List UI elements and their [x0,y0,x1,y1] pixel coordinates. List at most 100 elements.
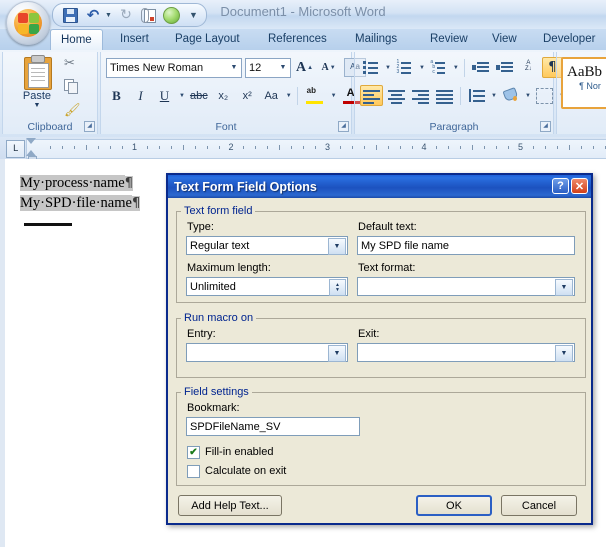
add-help-text-button[interactable]: Add Help Text... [178,495,282,516]
tab-insert[interactable]: Insert [110,29,159,50]
chevron-down-icon[interactable]: ▼ [328,238,346,255]
chevron-down-icon[interactable]: ▼ [555,345,573,362]
superscript-button[interactable]: x² [237,85,258,106]
line-spacing-dropdown-icon[interactable]: ▼ [491,93,497,99]
horizontal-ruler[interactable]: 123456 [26,139,606,159]
document-line-1[interactable]: My·process·name¶ [20,175,133,192]
underline-dropdown-icon[interactable]: ▼ [179,93,185,99]
line-spacing-button[interactable] [466,85,487,106]
close-icon[interactable]: ✕ [571,178,588,194]
tab-view[interactable]: View [482,29,527,50]
redo-icon[interactable]: ↻ [117,6,135,24]
ruler-tick [110,146,112,149]
tab-references[interactable]: References [258,29,337,50]
copy-button[interactable] [64,79,84,99]
italic-button[interactable]: I [130,85,151,106]
sort-button[interactable]: A Z↓ [518,57,539,78]
chevron-down-icon[interactable]: ▼ [328,345,346,362]
paste-dropdown-icon[interactable]: ▼ [14,102,60,109]
left-margin-strip [0,159,5,547]
numbering-dropdown-icon[interactable]: ▼ [419,65,425,71]
maximum-length-label: Maximum length: [187,262,271,274]
bookmark-input[interactable]: SPDFileName_SV [186,417,360,436]
underline-button[interactable]: U [154,85,175,106]
entry-label: Entry: [187,328,216,340]
paragraph-dialog-launcher[interactable]: ◢ [540,121,551,132]
paste-button[interactable]: Paste ▼ [14,55,60,109]
shading-button[interactable] [500,85,521,106]
tab-mailings[interactable]: Mailings [345,29,407,50]
cancel-button[interactable]: Cancel [501,495,577,516]
tab-page-layout[interactable]: Page Layout [165,29,250,50]
cut-button[interactable]: ✂ [64,56,84,76]
font-name-combo[interactable]: Times New Roman ▼ [106,57,242,78]
calculate-on-exit-checkbox[interactable] [187,465,200,478]
change-case-button[interactable]: Aa [261,85,282,106]
customize-qat-icon[interactable]: ▼ [189,10,198,20]
fill-in-enabled-label[interactable]: Fill-in enabled [205,446,273,458]
attach-icon[interactable] [140,6,158,24]
default-text-input[interactable]: My SPD file name [357,236,575,255]
undo-icon[interactable]: ↶ [84,6,102,24]
chevron-down-icon[interactable]: ▼ [276,64,290,71]
chevron-down-icon[interactable]: ▼ [555,279,573,296]
type-combo[interactable]: Regular text ▼ [186,236,348,255]
ok-button[interactable]: OK [416,495,492,516]
calculate-on-exit-label[interactable]: Calculate on exit [205,465,286,477]
clipboard-dialog-launcher[interactable]: ◢ [84,121,95,132]
text-highlight-button[interactable]: ab [303,85,327,106]
ruler-tick [339,146,341,149]
borders-button[interactable] [534,85,555,106]
bullets-dropdown-icon[interactable]: ▼ [385,65,391,71]
document-line-2[interactable]: My·SPD·file·name¶ [20,195,141,212]
spinner-icon[interactable]: ▲ ▼ [329,279,346,296]
multilevel-list-dropdown-icon[interactable]: ▼ [453,65,459,71]
shading-dropdown-icon[interactable]: ▼ [525,93,531,99]
type-value: Regular text [190,239,250,252]
line-spacing-icon [468,88,485,103]
grow-font-button[interactable]: A ▲ [294,57,315,78]
format-painter-button[interactable]: 🖌 [64,102,84,122]
office-button[interactable] [6,1,50,45]
strikethrough-button[interactable]: abc [188,85,210,106]
align-right-button[interactable] [410,85,431,106]
ruler-tick [544,146,546,149]
ruler-tick [351,146,353,149]
tab-stop-selector[interactable]: L [6,140,25,158]
paste-label: Paste [22,90,52,102]
change-case-dropdown-icon[interactable]: ▼ [286,93,292,99]
tab-developer[interactable]: Developer [533,29,605,50]
style-normal-button[interactable]: AaBb ¶ Nor [561,57,606,109]
text-format-combo[interactable]: ▼ [357,277,575,296]
highlight-dropdown-icon[interactable]: ▼ [331,93,337,99]
justify-button[interactable] [434,85,455,106]
save-icon[interactable] [61,6,79,24]
multilevel-list-button[interactable]: a b c [428,57,449,78]
first-line-indent-marker[interactable] [26,138,36,144]
ruler-tick [218,146,220,149]
maximum-length-spinner[interactable]: Unlimited ▲ ▼ [186,277,348,296]
tab-home[interactable]: Home [50,29,103,51]
shrink-font-button[interactable]: A ▼ [318,57,339,78]
ribbon: Paste ▼ ✂ 🖌 Clipboard ◢ Times New Roman … [0,50,606,138]
chevron-down-icon[interactable]: ▼ [227,64,241,71]
help-icon[interactable]: ? [552,178,569,194]
decrease-indent-button[interactable] [470,57,491,78]
fill-in-enabled-checkbox[interactable]: ✔ [187,446,200,459]
green-circle-icon[interactable] [163,6,181,24]
undo-dropdown-icon[interactable]: ▼ [105,12,112,19]
exit-combo[interactable]: ▼ [357,343,575,362]
font-size-combo[interactable]: 12 ▼ [245,57,291,78]
ruler-tick [50,146,52,149]
numbering-button[interactable]: 1 2 3 [394,57,415,78]
entry-combo[interactable]: ▼ [186,343,348,362]
font-dialog-launcher[interactable]: ◢ [338,121,349,132]
bullets-button[interactable] [360,57,381,78]
bold-button[interactable]: B [106,85,127,106]
align-left-button[interactable] [360,85,383,106]
subscript-button[interactable]: x₂ [213,85,234,106]
dialog-title-bar[interactable]: Text Form Field Options ? ✕ [168,175,591,198]
tab-review[interactable]: Review [420,29,478,50]
center-button[interactable] [386,85,407,106]
increase-indent-button[interactable] [494,57,515,78]
